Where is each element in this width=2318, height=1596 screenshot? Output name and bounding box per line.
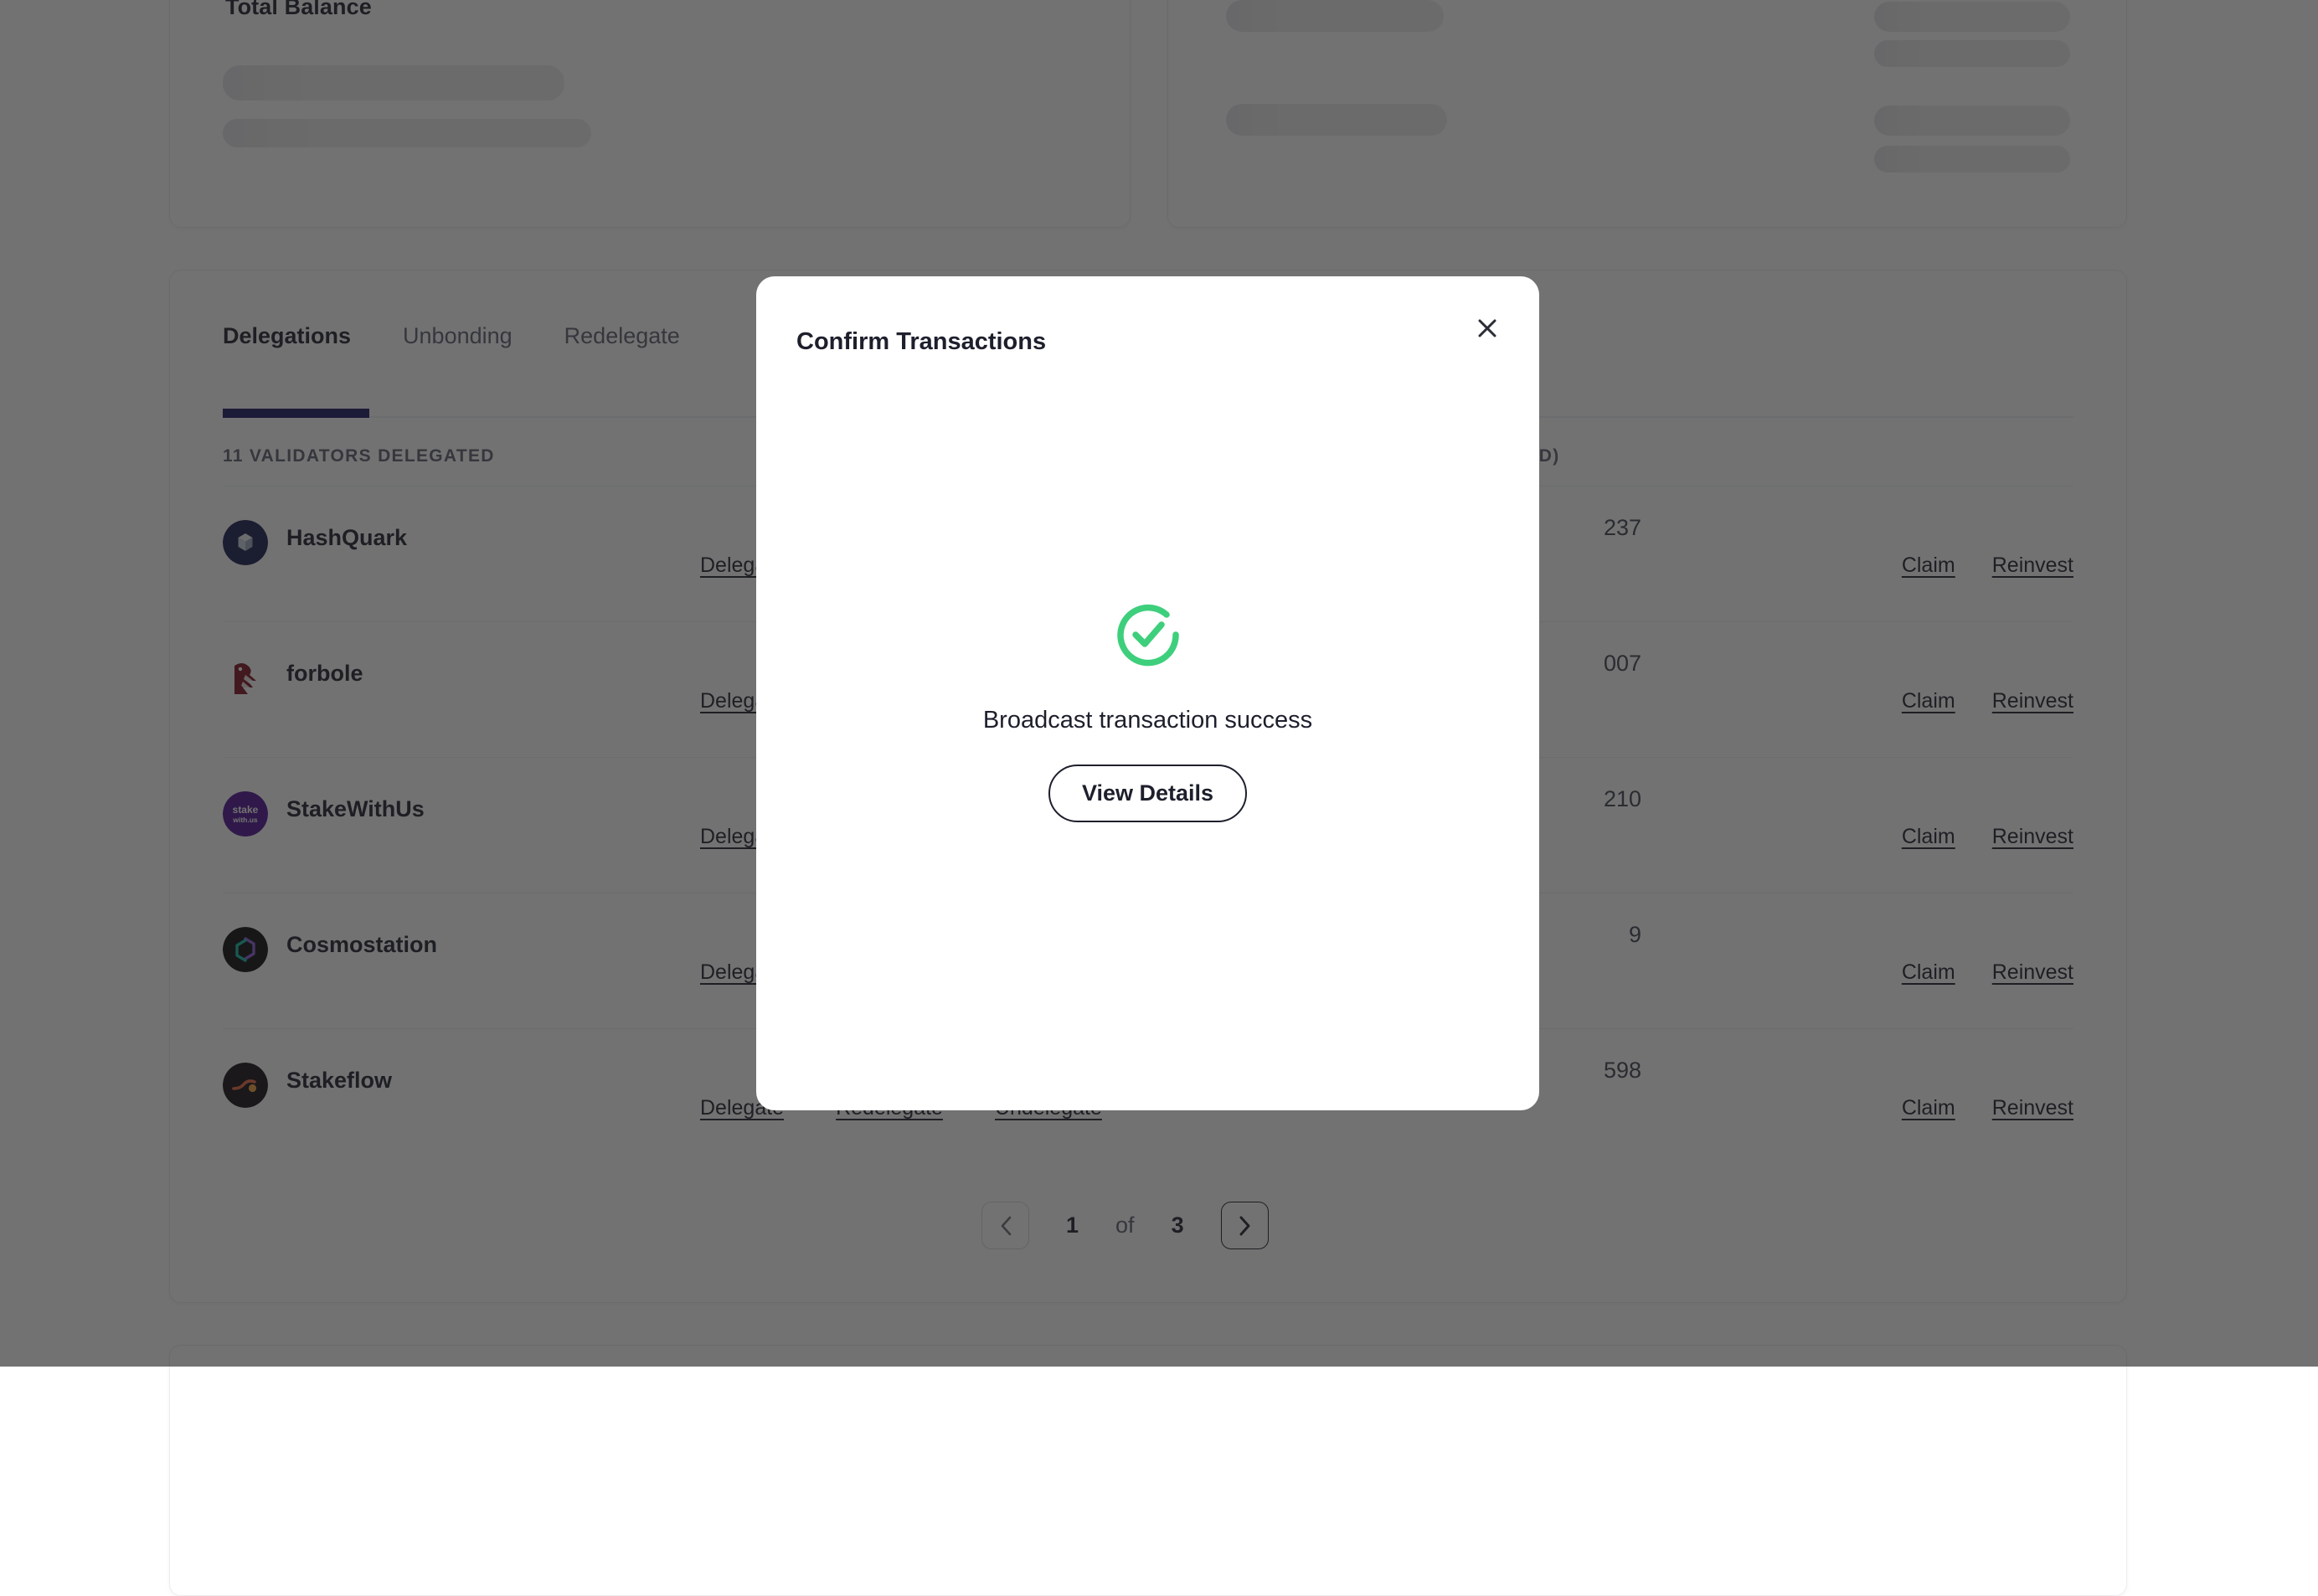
view-details-button[interactable]: View Details <box>1048 765 1247 822</box>
check-circle-icon <box>1108 595 1188 675</box>
modal-status-text: Broadcast transaction success <box>983 707 1312 734</box>
secondary-card <box>169 1345 2127 1596</box>
modal-body: Broadcast transaction success View Detai… <box>756 276 1539 1110</box>
confirm-transactions-modal: Confirm Transactions Broadcast transacti… <box>756 276 1539 1110</box>
